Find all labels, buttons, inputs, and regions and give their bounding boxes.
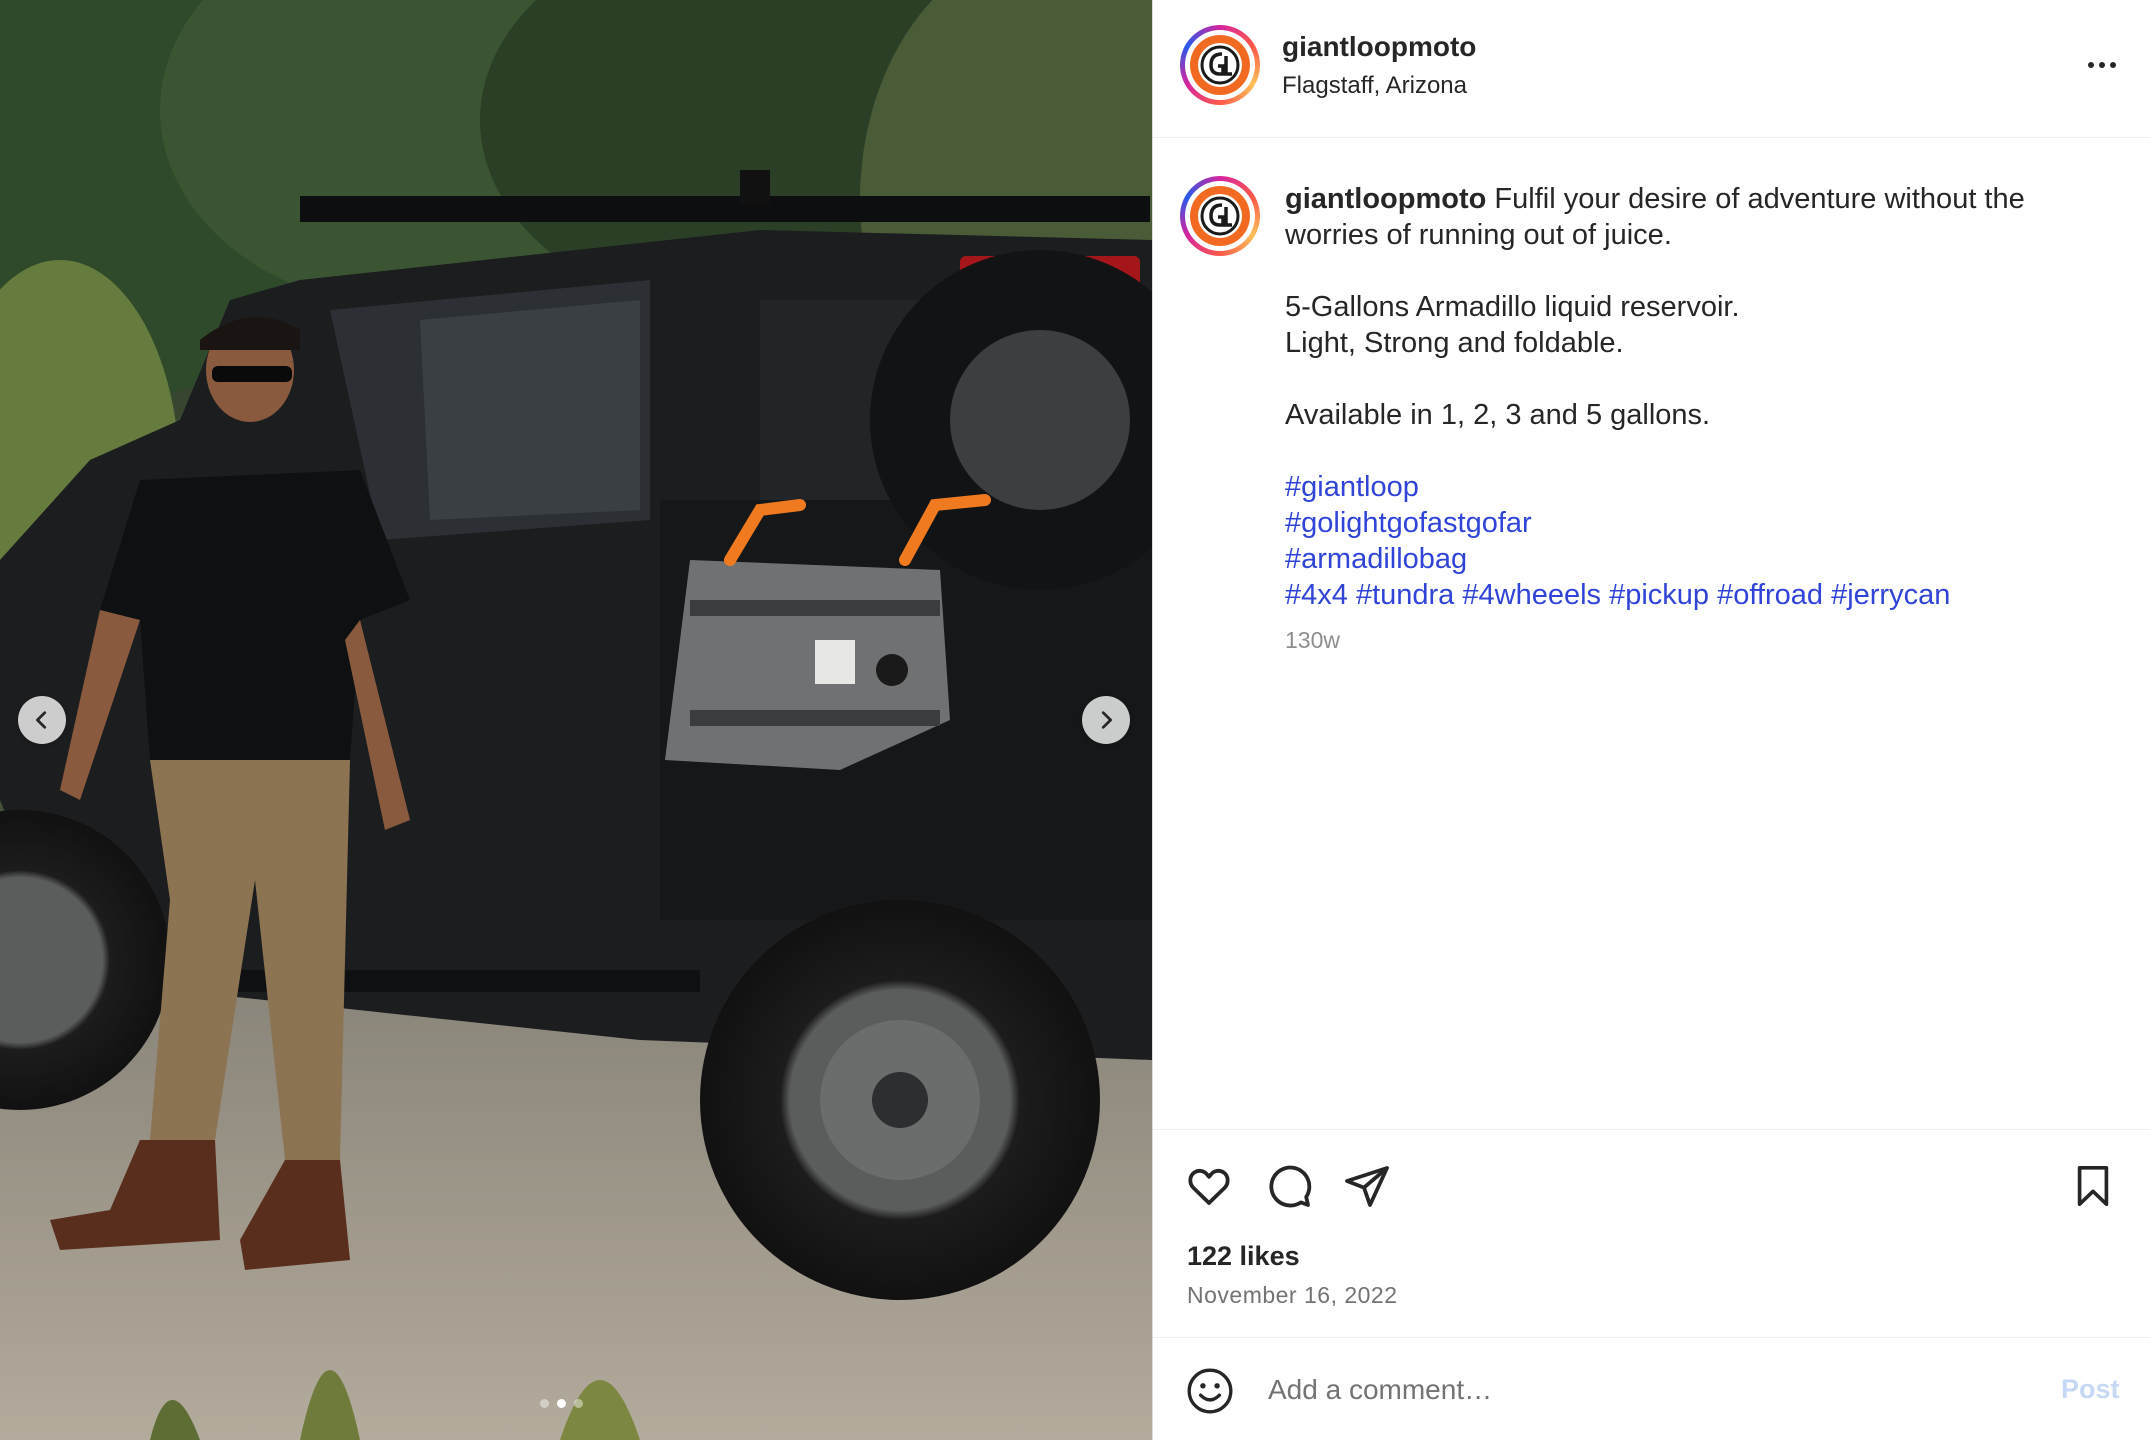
- smiley-icon[interactable]: [1185, 1366, 1235, 1416]
- save-button[interactable]: [2067, 1160, 2119, 1212]
- carousel-indicator: [540, 1399, 583, 1408]
- avatar[interactable]: [1180, 25, 1260, 105]
- hashtag-link[interactable]: #offroad: [1717, 579, 1823, 611]
- carousel-dot-active: [557, 1399, 566, 1408]
- post-media[interactable]: [0, 0, 1152, 1440]
- comment-input[interactable]: [1268, 1364, 2008, 1416]
- post-comment-button[interactable]: Post: [2061, 1374, 2120, 1405]
- instagram-post: giantloopmoto Flagstaff, Arizona giantlo…: [0, 0, 2150, 1440]
- caption-section: giantloopmoto Fulfil your desire of adve…: [1153, 139, 2150, 1129]
- caption-username[interactable]: giantloopmoto: [1285, 183, 1486, 215]
- post-location[interactable]: Flagstaff, Arizona: [1282, 72, 1467, 100]
- giantloop-logo-icon: [1190, 35, 1250, 95]
- hashtag-link[interactable]: #pickup: [1609, 579, 1709, 611]
- post-caption: giantloopmoto Fulfil your desire of adve…: [1285, 181, 2105, 613]
- hashtag-link[interactable]: #tundra: [1356, 579, 1454, 611]
- post-actions: 122 likes November 16, 2022: [1153, 1129, 2150, 1337]
- likes-count[interactable]: 122 likes: [1187, 1241, 1300, 1272]
- caption-line: 5-Gallons Armadillo liquid reservoir.: [1285, 291, 1740, 323]
- chevron-left-icon: [36, 711, 47, 729]
- post-photo: [0, 0, 1152, 1440]
- hashtag-link[interactable]: #golightgofastgofar: [1285, 507, 1532, 539]
- giantloop-logo-icon: [1190, 186, 1250, 246]
- carousel-dot: [540, 1399, 549, 1408]
- carousel-dot: [574, 1399, 583, 1408]
- comment-button[interactable]: [1263, 1160, 1315, 1212]
- carousel-next-button[interactable]: [1082, 696, 1130, 744]
- avatar[interactable]: [1180, 176, 1260, 256]
- bookmark-icon: [2077, 1165, 2109, 1207]
- more-horizontal-icon: [2088, 62, 2094, 68]
- post-author-username[interactable]: giantloopmoto: [1282, 31, 1476, 63]
- more-options-button[interactable]: [2078, 50, 2126, 80]
- like-button[interactable]: [1183, 1160, 1235, 1212]
- share-button[interactable]: [1341, 1160, 1393, 1212]
- post-header: giantloopmoto Flagstaff, Arizona: [1153, 0, 2150, 138]
- comment-composer: Post: [1153, 1337, 2150, 1440]
- post-date: November 16, 2022: [1187, 1282, 1398, 1308]
- hashtag-link[interactable]: #armadillobag: [1285, 543, 1467, 575]
- hashtag-link[interactable]: #jerrycan: [1831, 579, 1950, 611]
- caption-line: Light, Strong and foldable.: [1285, 327, 1624, 359]
- paper-plane-icon: [1345, 1166, 1389, 1207]
- chevron-right-icon: [1101, 711, 1112, 729]
- carousel-prev-button[interactable]: [18, 696, 66, 744]
- caption-line: Available in 1, 2, 3 and 5 gallons.: [1285, 399, 1711, 431]
- post-details-panel: giantloopmoto Flagstaff, Arizona giantlo…: [1152, 0, 2150, 1440]
- hashtag-link[interactable]: #4wheeels: [1462, 579, 1601, 611]
- heart-icon: [1188, 1168, 1230, 1205]
- comment-icon: [1269, 1165, 1312, 1208]
- hashtag-link[interactable]: #giantloop: [1285, 471, 1419, 503]
- post-time-ago[interactable]: 130w: [1285, 627, 1340, 654]
- hashtag-link[interactable]: #4x4: [1285, 579, 1348, 611]
